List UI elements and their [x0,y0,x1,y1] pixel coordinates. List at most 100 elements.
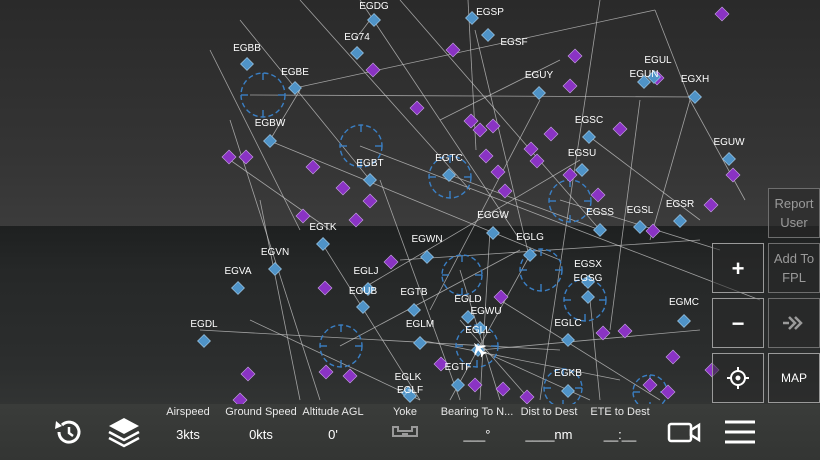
airport-code-label: EGSR [666,199,694,210]
navaid-marker[interactable] [543,126,559,142]
navaid-marker[interactable] [478,148,494,164]
navaid-marker[interactable] [365,62,381,78]
airport-marker[interactable]: EGGW [477,210,509,240]
airport-marker[interactable]: EGDG [359,1,389,27]
airport-code-label: EGLF [397,385,423,396]
airport-marker[interactable]: EGUN [630,69,659,89]
navaid-marker[interactable] [562,78,578,94]
bearing-indicator: Bearing To N... ___° [440,406,514,442]
airport-marker[interactable]: EGLG [516,232,544,262]
yoke-label: Yoke [392,406,418,418]
navaid-marker[interactable] [617,323,633,339]
airport-marker[interactable]: EGXH [681,74,709,104]
airport-code-label: EGXH [681,74,709,85]
navaid-marker[interactable] [463,113,479,129]
airport-diamond [420,250,434,264]
navaid-marker[interactable] [529,153,545,169]
navaid-marker[interactable] [660,384,676,400]
map-toggle-button[interactable]: MAP [768,353,820,403]
airport-diamond [231,281,245,295]
dist-to-dest-value: ____nm [525,427,573,442]
airport-diamond [367,13,381,27]
navaid-marker[interactable] [348,212,364,228]
navaid-marker[interactable] [317,280,333,296]
navaid-marker[interactable] [238,149,254,165]
layers-button[interactable] [106,414,142,450]
airport-marker[interactable]: EG74 [344,32,370,60]
navaid-marker[interactable] [295,208,311,224]
airport-code-label: EGLM [406,319,434,330]
airport-marker[interactable]: EGBE [281,67,309,95]
airport-marker[interactable]: EGTF [445,362,472,392]
airport-marker[interactable]: EGLC [554,318,582,347]
undo-button[interactable] [50,414,86,450]
airport-code-label: EGDG [359,1,389,12]
airport-code-label: EGWU [470,306,501,317]
airport-code-label: EGVN [261,247,289,258]
navaid-marker[interactable] [485,118,501,134]
navaid-marker[interactable] [493,289,509,305]
airport-diamond [722,152,736,166]
navaid-marker[interactable] [221,149,237,165]
airport-code-label: EGLD [454,294,481,305]
airport-diamond [481,28,495,42]
navaid-marker[interactable] [383,254,399,270]
zoom-out-button[interactable]: − [712,298,764,348]
navaid-marker[interactable] [318,364,334,380]
airport-code-label: EGSX [574,259,602,270]
navaid-marker[interactable] [703,197,719,213]
airport-marker[interactable]: EGSS [586,207,614,237]
navaid-marker[interactable] [642,377,658,393]
airport-code-label: EGSU [568,148,596,159]
navaid-marker[interactable] [305,159,321,175]
airport-marker[interactable]: EGKB [554,368,582,398]
navaid-marker[interactable] [232,392,248,404]
navaid-marker[interactable] [562,167,578,183]
camera-button[interactable] [666,414,702,450]
menu-button[interactable] [722,414,758,450]
add-to-fpl-button[interactable]: Add To FPL [768,243,820,293]
airport-marker[interactable]: EGUY [525,70,554,100]
report-user-button[interactable]: Report User [768,188,820,238]
navaid-marker[interactable] [645,223,661,239]
airport-diamond [407,303,421,317]
bearing-value: ___° [463,427,491,442]
locate-aircraft-button[interactable] [712,353,764,403]
airport-marker[interactable]: EGSR [666,199,694,228]
navaid-marker[interactable] [490,164,506,180]
airport-marker[interactable]: EGBB [233,43,261,71]
navaid-marker[interactable] [467,377,483,393]
route-line [499,299,661,401]
airport-marker[interactable]: EGSF [481,28,528,49]
navaid-marker[interactable] [590,187,606,203]
navaid-marker[interactable] [714,6,730,22]
navaid-marker[interactable] [362,193,378,209]
navaid-marker[interactable] [519,389,535,404]
airport-marker[interactable]: EGDL [190,319,218,348]
navaid-marker[interactable] [335,180,351,196]
airport-code-label: EGSP [476,7,504,18]
airport-marker[interactable]: EGTK [309,222,337,251]
direct-to-button[interactable] [768,298,820,348]
navaid-marker[interactable] [497,183,513,199]
airport-marker[interactable]: EGSP [465,7,505,25]
airport-marker[interactable]: EGUB [349,286,378,314]
airport-marker[interactable]: EGBW [255,118,286,148]
navaid-marker[interactable] [567,48,583,64]
airport-map-layer[interactable]: EGDG EGSP EGBB EG74 EGSF EGBE EGUL EGUY EGUN EGXH… [0,0,820,404]
airport-diamond [673,214,687,228]
navaid-marker[interactable] [612,121,628,137]
navaid-marker[interactable] [240,366,256,382]
airport-marker[interactable]: EGVA [224,266,252,295]
navaid-marker[interactable] [409,100,425,116]
navaid-marker[interactable] [523,141,539,157]
airport-marker[interactable]: EGBT [356,158,384,187]
navaid-marker[interactable] [595,325,611,341]
navaid-marker[interactable] [665,349,681,365]
airport-marker[interactable]: EGLM [406,319,434,350]
yoke-indicator[interactable]: Yoke [382,406,428,443]
map-viewport[interactable]: EGDG EGSP EGBB EG74 EGSF EGBE EGUL EGUY EGUN EGXH… [0,0,820,460]
zoom-in-button[interactable]: + [712,243,764,293]
airport-marker[interactable]: EGMC [669,297,699,328]
navaid-marker[interactable] [342,368,358,384]
